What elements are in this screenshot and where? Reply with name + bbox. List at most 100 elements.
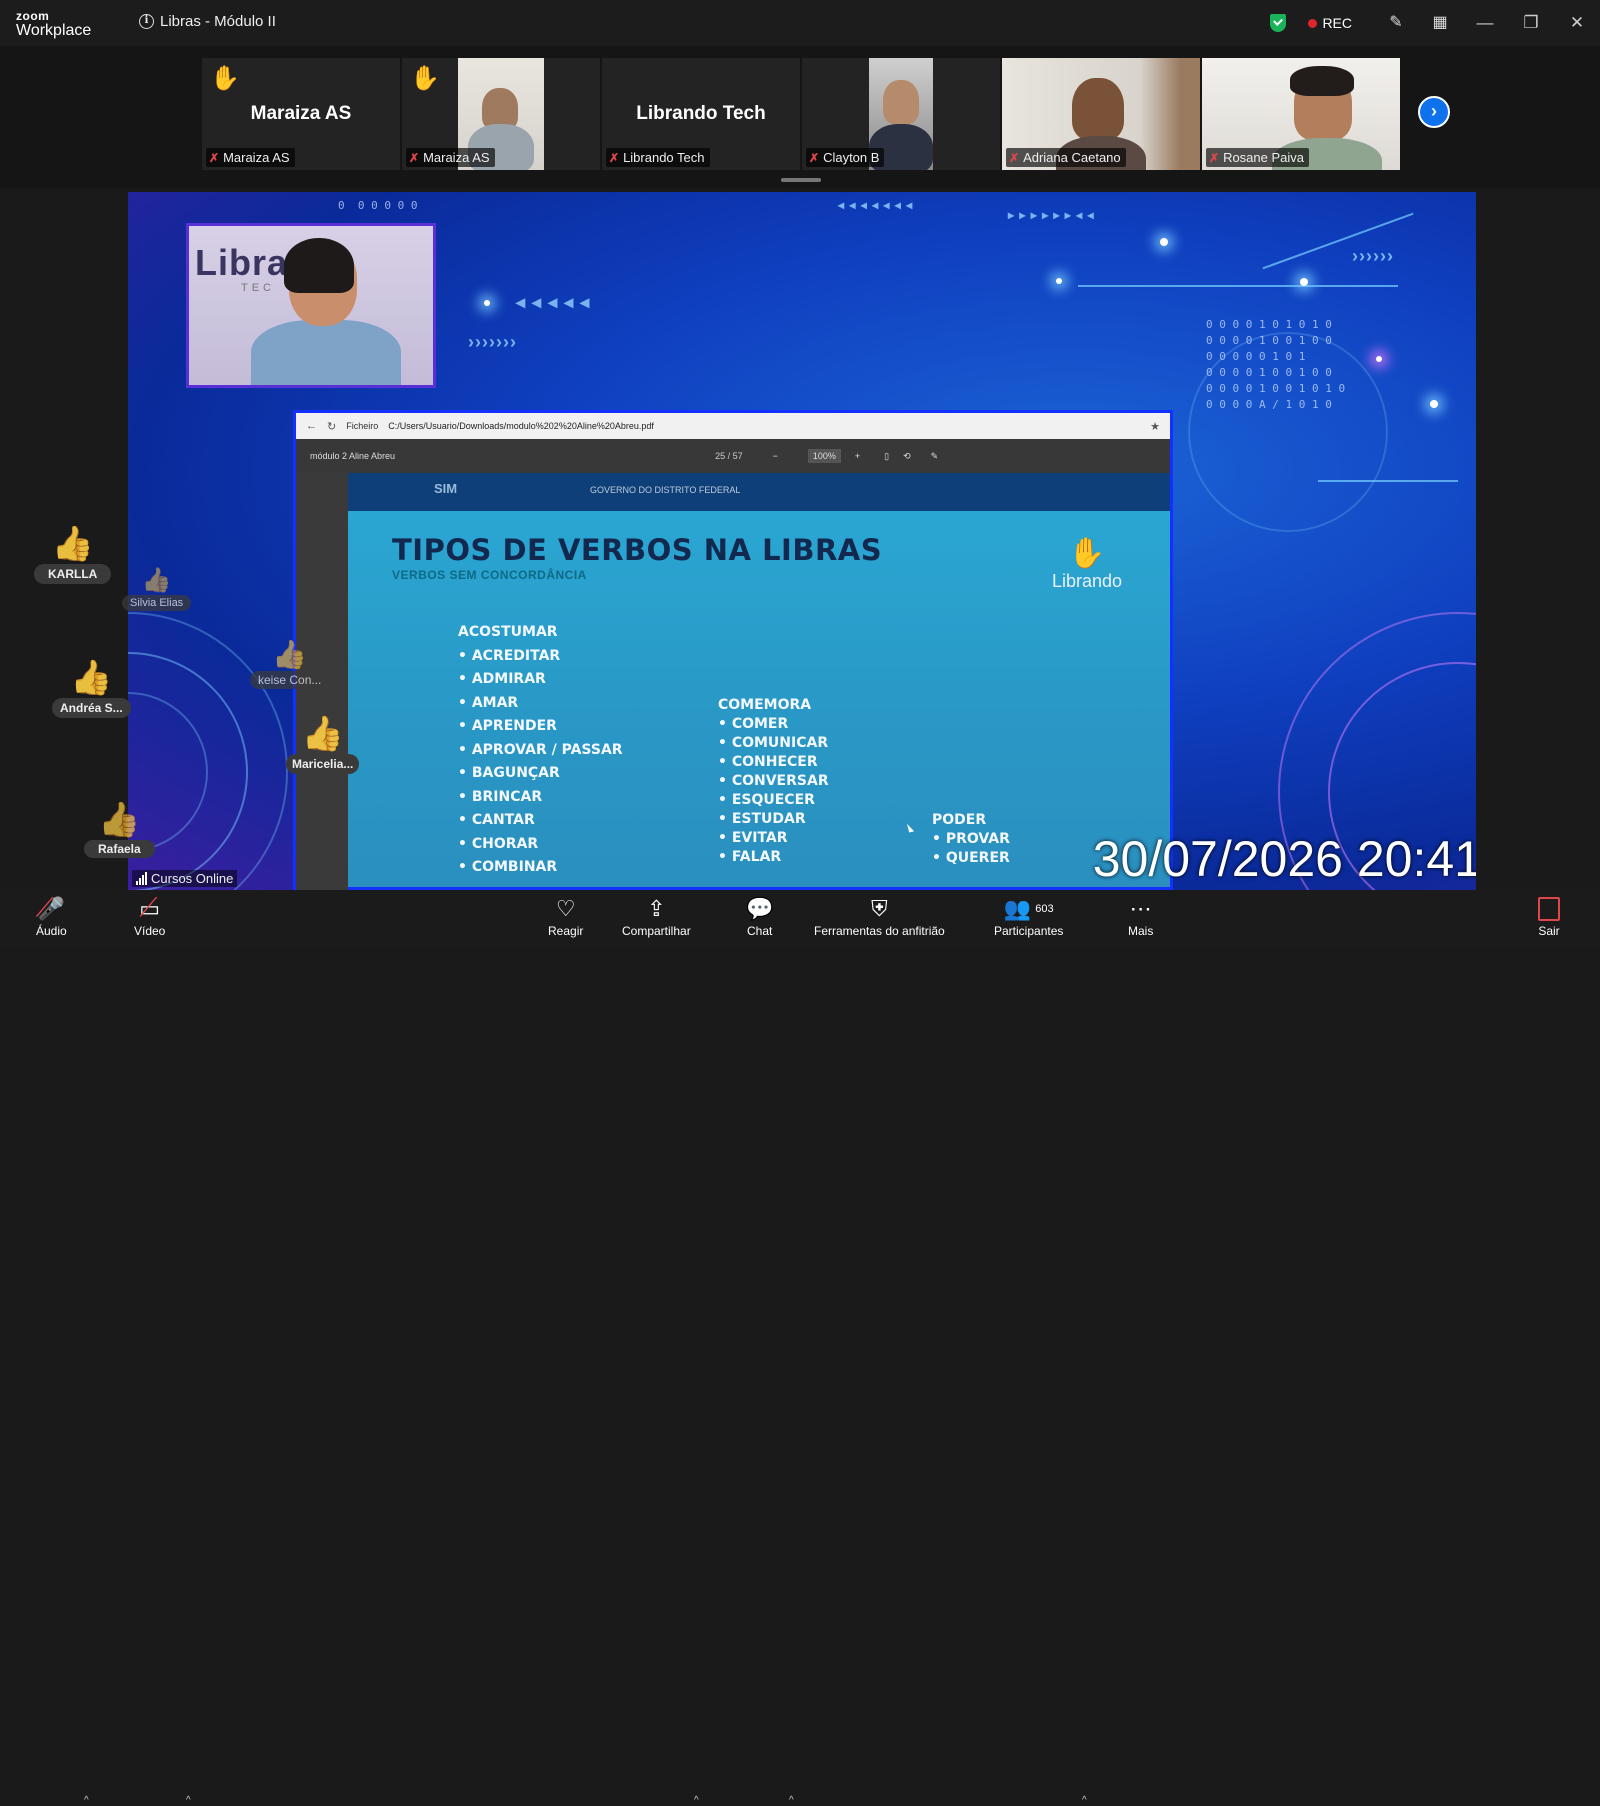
slide-header-text: GOVERNO DO DISTRITO FEDERAL	[590, 485, 741, 495]
share-options-caret-icon[interactable]: ^	[694, 1795, 699, 1806]
participant-tile[interactable]: ✋ Maraiza AS ✗ Maraiza AS	[202, 58, 400, 170]
participant-tile[interactable]: ✗ Rosane Paiva	[1202, 58, 1400, 170]
rec-dot-icon	[1308, 18, 1318, 28]
pdf-filename: módulo 2 Aline Abreu	[310, 451, 396, 461]
verb-item: COMBINAR	[458, 856, 623, 880]
pdf-zoom-value[interactable]: 100%	[807, 449, 841, 463]
raised-hand-icon: ✋	[210, 65, 240, 92]
decorative-binary: 0 0 0 0 1 0 1 0 1 0 0 0 0 0 1 0 0 1 0 0 …	[1206, 318, 1346, 411]
slide-header-logo: SIM	[434, 481, 458, 496]
decorative-glow	[1160, 238, 1168, 246]
draw-icon[interactable]: ✎	[931, 451, 939, 462]
decorative-glow	[484, 300, 490, 306]
host-tools-label: Ferramentas do anfitrião	[814, 924, 945, 938]
chat-bubble-icon: 💬	[746, 896, 774, 921]
mic-muted-icon: ✗	[609, 150, 620, 165]
participant-tile[interactable]: ✋ ✗ Maraiza AS	[402, 58, 600, 170]
verb-item: COMUNICAR	[718, 734, 829, 753]
mic-muted-icon: ✗	[1009, 150, 1020, 165]
chat-label: Chat	[747, 924, 773, 938]
participant-tile[interactable]: ✗ Clayton B	[802, 58, 1000, 170]
chat-options-caret-icon[interactable]: ^	[789, 1795, 794, 1806]
participant-caption: ✗ Clayton B	[806, 148, 885, 167]
participant-display-name: Librando Tech	[636, 103, 766, 124]
reload-icon[interactable]: ↻	[327, 420, 336, 433]
leave-button[interactable]: Sair	[1538, 894, 1560, 938]
more-button[interactable]: ⋯ Mais	[1128, 894, 1153, 938]
close-button[interactable]: ✕	[1554, 0, 1600, 46]
decorative-arrows: ◂ ◂ ◂ ◂ ◂	[516, 292, 591, 312]
info-icon[interactable]: i	[139, 14, 154, 29]
more-label: Mais	[1128, 924, 1154, 938]
participant-caption-name: Adriana Caetano	[1023, 150, 1121, 165]
verb-item: BRINCAR	[458, 786, 623, 810]
presenter-video: Libra TEC	[186, 223, 436, 388]
participant-tile[interactable]: ✗ Adriana Caetano	[1002, 58, 1200, 170]
thumbs-up-icon: 👍	[301, 715, 344, 753]
reaction-badge: 👍 Rafaela	[84, 800, 155, 858]
participant-caption: ✗ Maraiza AS	[206, 148, 295, 167]
leave-label: Sair	[1538, 924, 1560, 938]
meeting-info[interactable]: i Libras - Módulo II	[139, 13, 276, 30]
mouse-cursor-icon	[906, 822, 915, 833]
share-screen-icon: ⇪	[647, 896, 666, 921]
signal-bars-icon	[136, 872, 147, 885]
presenter-body-image	[251, 320, 401, 385]
audio-options-caret-icon[interactable]: ^	[84, 1795, 89, 1806]
encryption-shield-icon[interactable]	[1270, 14, 1287, 32]
minimize-button[interactable]: —	[1462, 0, 1508, 46]
verb-column-2: COMEMORA COMER COMUNICAR CONHECER CONVER…	[718, 696, 829, 867]
zoom-logo: zoom Workplace	[16, 10, 91, 39]
librando-logo: ✋ Librando	[1032, 537, 1142, 592]
host-tools-button[interactable]: ⛨ Ferramentas do anfitrião	[814, 894, 945, 938]
verb-column-head: COMEMORA	[718, 697, 812, 713]
exit-door-icon	[1538, 894, 1560, 924]
person-image	[1072, 78, 1124, 140]
hands-logo-icon: ✋	[1068, 537, 1106, 570]
strip-resize-handle[interactable]	[781, 178, 821, 182]
zoom-in-icon[interactable]: +	[855, 451, 860, 461]
address-bar[interactable]: ← ↻ Ficheiro C:/Users/Usuario/Downloads/…	[296, 413, 1170, 439]
next-page-button[interactable]: ›	[1418, 96, 1450, 128]
fit-page-icon[interactable]: ▯	[884, 451, 889, 462]
verb-column-head: PODER	[932, 812, 987, 828]
view-grid-icon[interactable]: ▦	[1430, 14, 1450, 32]
share-button[interactable]: ⇪ Compartilhar	[622, 894, 691, 938]
restore-button[interactable]: ❐	[1508, 0, 1554, 46]
thumbs-up-icon: 👍	[98, 801, 141, 839]
reaction-name: KARLLA	[34, 564, 112, 584]
verb-item: AMAR	[458, 692, 623, 716]
thumbs-up-icon: 👍	[70, 659, 113, 697]
participant-caption-name: Maraiza AS	[423, 150, 490, 165]
recording-indicator[interactable]: REC	[1308, 15, 1352, 31]
video-options-caret-icon[interactable]: ^	[186, 1795, 191, 1806]
raised-hand-icon: ✋	[410, 65, 440, 92]
annotate-pen-icon[interactable]: ✎	[1386, 14, 1406, 32]
chat-button[interactable]: 💬 Chat	[746, 894, 773, 938]
participant-tile[interactable]: Librando Tech ✗ Librando Tech	[602, 58, 800, 170]
camera-off-icon: ▭ ⟋	[139, 892, 161, 922]
pdf-page-indicator[interactable]: 25 / 57	[715, 451, 743, 461]
pdf-toolbar: módulo 2 Aline Abreu 25 / 57 − 100% + ▯ …	[296, 439, 1170, 473]
rotate-icon[interactable]: ⟲	[903, 451, 911, 462]
brand-top: zoom	[16, 9, 50, 23]
bookmark-star-icon[interactable]: ★	[1150, 420, 1160, 433]
decorative-arrows: ›››››››	[468, 332, 517, 352]
meeting-toolbar: 🎤 ⟋ Áudio ^ ▭ ⟋ Vídeo ^ ♡ Reagir ⇪ Compart…	[0, 890, 1600, 1806]
url-text[interactable]: C:/Users/Usuario/Downloads/modulo%202%20…	[388, 421, 1140, 431]
reaction-badge: 👍 keise Con...	[250, 638, 330, 689]
decorative-glow	[1056, 278, 1062, 284]
react-button[interactable]: ♡ Reagir	[548, 894, 583, 938]
rec-label: REC	[1322, 15, 1352, 31]
video-button[interactable]: ▭ ⟋ Vídeo	[134, 892, 165, 938]
zoom-out-icon[interactable]: −	[773, 451, 778, 461]
participants-options-caret-icon[interactable]: ^	[1082, 1795, 1087, 1806]
mic-muted-icon: ✗	[1209, 150, 1220, 165]
participants-icon: 👥 603	[1003, 896, 1054, 921]
chevron-right-icon: ›	[1431, 101, 1437, 121]
verb-item: CONHECER	[718, 753, 829, 772]
back-icon[interactable]: ←	[306, 420, 317, 432]
participants-button[interactable]: 👥 603 Participantes	[994, 894, 1063, 938]
audio-button[interactable]: 🎤 ⟋ Áudio	[36, 892, 67, 938]
thumbs-up-icon: 👍	[51, 525, 94, 563]
